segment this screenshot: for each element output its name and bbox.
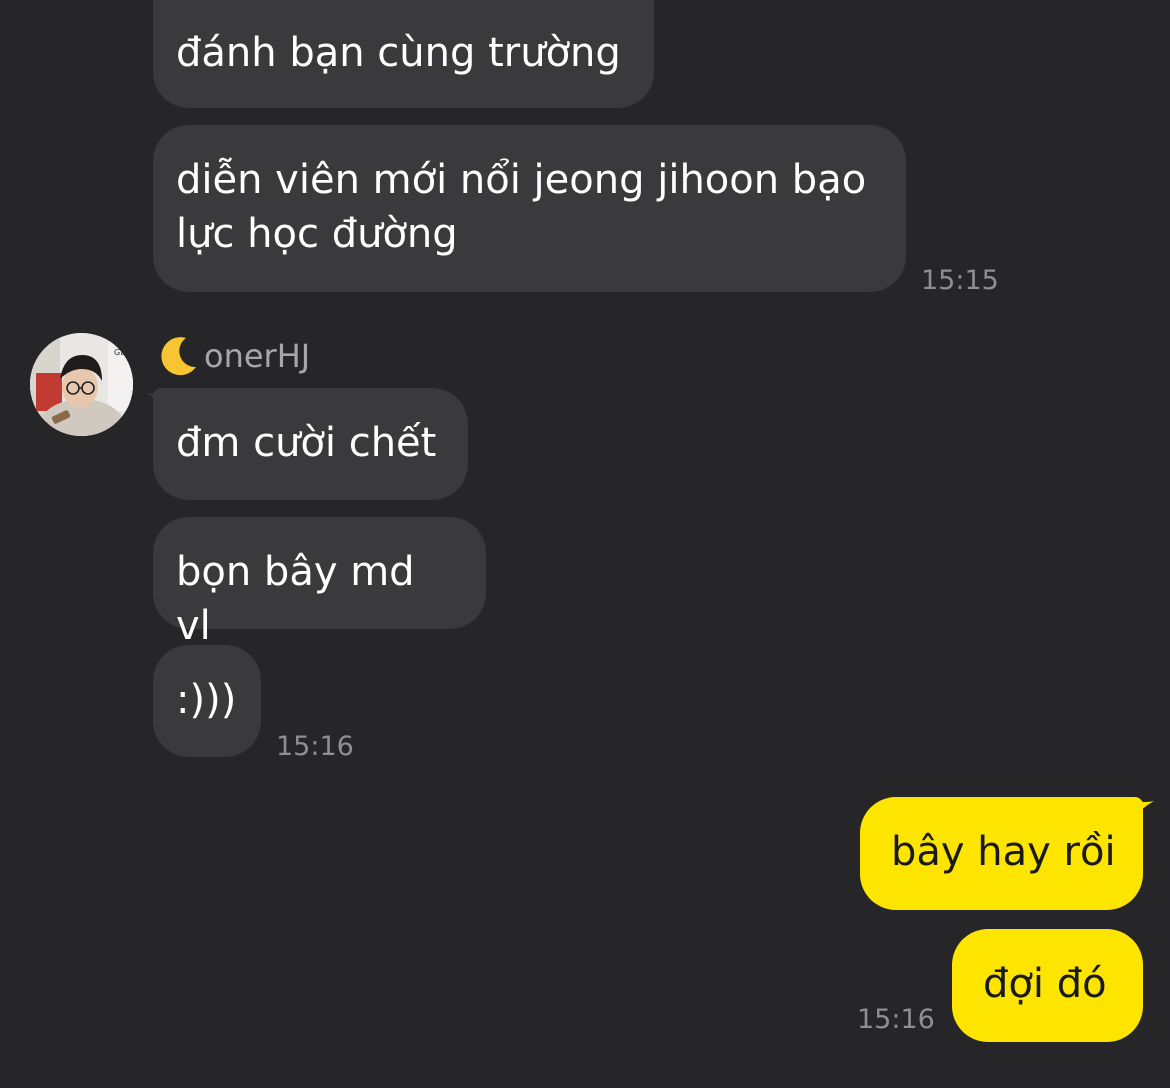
outgoing-message-bubble[interactable]: đợi đó (952, 929, 1143, 1042)
sender-avatar[interactable]: GEN (30, 333, 133, 436)
crescent-moon-icon (161, 337, 196, 376)
incoming-message-bubble[interactable]: đánh bạn cùng trường (153, 0, 654, 108)
outgoing-message-bubble[interactable]: bây hay rồi (860, 797, 1143, 910)
message-timestamp: 15:16 (857, 1004, 935, 1035)
profile-photo-icon: GEN (30, 333, 133, 436)
incoming-message-bubble[interactable]: diễn viên mới nổi jeong jihoon bạo lực h… (153, 125, 906, 292)
incoming-message-bubble[interactable]: :))) (153, 645, 261, 757)
sender-name: onerHJ (156, 334, 310, 378)
message-timestamp: 15:16 (276, 731, 354, 762)
svg-text:GEN: GEN (114, 348, 131, 357)
incoming-message-bubble[interactable]: đm cười chết (153, 388, 468, 500)
sender-name-text: onerHJ (204, 337, 311, 375)
outgoing-bubble-tail (1128, 798, 1154, 824)
incoming-message-bubble[interactable]: bọn bây md vl (153, 517, 486, 649)
message-timestamp: 15:15 (921, 265, 999, 296)
chat-thread[interactable]: đánh bạn cùng trường diễn viên mới nổi j… (0, 0, 1170, 1088)
